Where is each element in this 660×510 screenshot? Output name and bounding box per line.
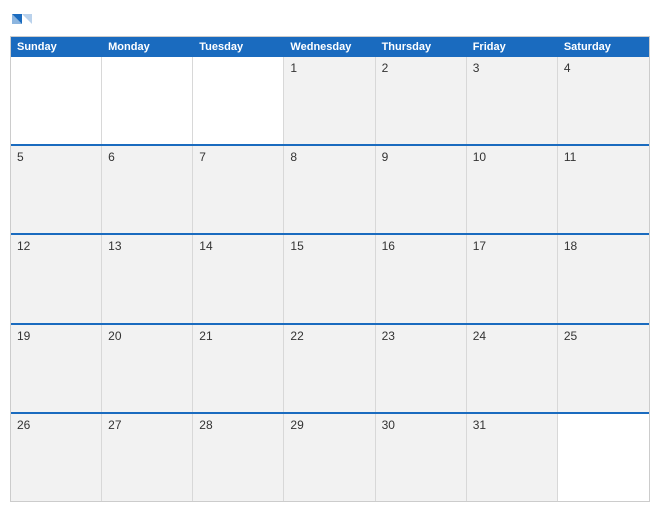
- day-number: 15: [290, 239, 303, 253]
- day-cell: 30: [376, 414, 467, 501]
- day-number: 9: [382, 150, 389, 164]
- day-number: 16: [382, 239, 395, 253]
- day-cell: 12: [11, 235, 102, 322]
- day-number: 10: [473, 150, 486, 164]
- day-number: 5: [17, 150, 24, 164]
- day-number: 27: [108, 418, 121, 432]
- day-number: 18: [564, 239, 577, 253]
- day-number: 17: [473, 239, 486, 253]
- week-row-3: 12 13 14 15 16 17 18: [11, 233, 649, 322]
- day-header-saturday: Saturday: [558, 37, 649, 57]
- day-cell: 28: [193, 414, 284, 501]
- day-header-tuesday: Tuesday: [193, 37, 284, 57]
- day-number: 7: [199, 150, 206, 164]
- day-number: 8: [290, 150, 297, 164]
- day-number: 13: [108, 239, 121, 253]
- calendar: SundayMondayTuesdayWednesdayThursdayFrid…: [10, 36, 650, 502]
- day-number: 22: [290, 329, 303, 343]
- week-row-1: 1 2 3 4: [11, 57, 649, 144]
- day-cell: 23: [376, 325, 467, 412]
- logo: [10, 10, 36, 32]
- weeks: 1234567891011121314151617181920212223242…: [11, 57, 649, 501]
- day-number: 11: [564, 150, 576, 164]
- day-cell: 26: [11, 414, 102, 501]
- day-cell: 31: [467, 414, 558, 501]
- day-header-thursday: Thursday: [376, 37, 467, 57]
- logo-icon: [10, 10, 32, 32]
- day-cell: 2: [376, 57, 467, 144]
- day-cell: 9: [376, 146, 467, 233]
- day-cell: 6: [102, 146, 193, 233]
- day-cell: 11: [558, 146, 649, 233]
- day-cell: 27: [102, 414, 193, 501]
- day-cell: 22: [284, 325, 375, 412]
- day-cell: [558, 414, 649, 501]
- week-row-4: 19 20 21 22 23 24 25: [11, 323, 649, 412]
- day-cell: [102, 57, 193, 144]
- day-number: 24: [473, 329, 486, 343]
- day-cell: 25: [558, 325, 649, 412]
- day-number: 29: [290, 418, 303, 432]
- day-cell: 13: [102, 235, 193, 322]
- day-number: 26: [17, 418, 30, 432]
- day-number: 4: [564, 61, 571, 75]
- day-cell: [193, 57, 284, 144]
- day-header-wednesday: Wednesday: [284, 37, 375, 57]
- day-number: 31: [473, 418, 486, 432]
- day-header-monday: Monday: [102, 37, 193, 57]
- day-cell: 16: [376, 235, 467, 322]
- day-cell: 17: [467, 235, 558, 322]
- day-headers: SundayMondayTuesdayWednesdayThursdayFrid…: [11, 37, 649, 57]
- day-number: 19: [17, 329, 30, 343]
- day-cell: [11, 57, 102, 144]
- day-cell: 3: [467, 57, 558, 144]
- day-cell: 20: [102, 325, 193, 412]
- day-cell: 24: [467, 325, 558, 412]
- page: SundayMondayTuesdayWednesdayThursdayFrid…: [0, 0, 660, 510]
- day-header-friday: Friday: [467, 37, 558, 57]
- week-row-2: 5 6 7 8 9 10 11: [11, 144, 649, 233]
- day-cell: 7: [193, 146, 284, 233]
- day-cell: 5: [11, 146, 102, 233]
- day-number: 30: [382, 418, 395, 432]
- day-header-sunday: Sunday: [11, 37, 102, 57]
- day-number: 14: [199, 239, 212, 253]
- week-row-5: 26 27 28 29 30 31: [11, 412, 649, 501]
- day-number: 28: [199, 418, 212, 432]
- day-cell: 14: [193, 235, 284, 322]
- day-cell: 18: [558, 235, 649, 322]
- day-number: 21: [199, 329, 212, 343]
- day-number: 6: [108, 150, 115, 164]
- day-cell: 29: [284, 414, 375, 501]
- day-cell: 19: [11, 325, 102, 412]
- day-number: 3: [473, 61, 480, 75]
- day-number: 20: [108, 329, 121, 343]
- header: [10, 10, 650, 32]
- day-number: 2: [382, 61, 389, 75]
- day-cell: 15: [284, 235, 375, 322]
- day-cell: 8: [284, 146, 375, 233]
- day-cell: 4: [558, 57, 649, 144]
- day-number: 25: [564, 329, 577, 343]
- day-number: 1: [290, 61, 297, 75]
- day-number: 12: [17, 239, 30, 253]
- day-cell: 1: [284, 57, 375, 144]
- day-cell: 21: [193, 325, 284, 412]
- day-number: 23: [382, 329, 395, 343]
- day-cell: 10: [467, 146, 558, 233]
